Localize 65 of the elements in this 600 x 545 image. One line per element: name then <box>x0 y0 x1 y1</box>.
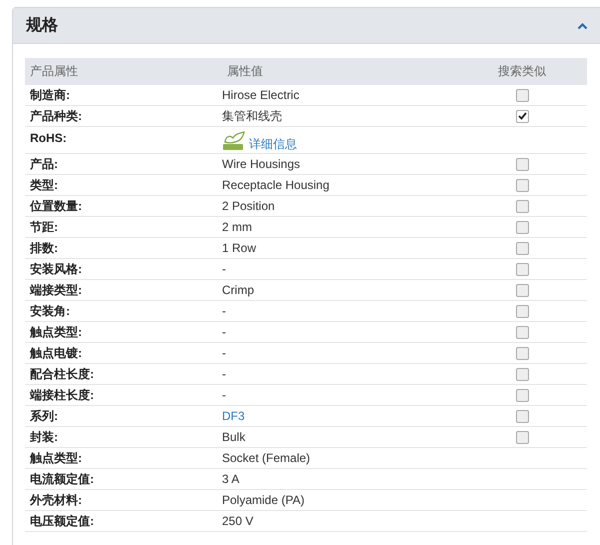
search-similar-checkbox[interactable] <box>516 410 528 422</box>
search-similar-checkbox[interactable] <box>516 304 528 318</box>
search-similar-checkbox[interactable] <box>516 200 528 212</box>
panel-title: 规格 <box>26 16 58 36</box>
search-similar-checkbox[interactable] <box>516 388 528 402</box>
property-label: RoHS: <box>29 131 68 145</box>
series-link[interactable]: DF3 <box>222 409 245 423</box>
collapse-button[interactable] <box>577 22 588 30</box>
chevron-icon <box>577 22 588 30</box>
value-cell-text: Bulk <box>222 430 246 444</box>
property-label: 节距: <box>29 220 59 234</box>
property-label: 封装: <box>29 430 59 444</box>
property-label: 系列: <box>29 409 59 423</box>
value-cell-text: Polyamide (PA) <box>222 493 306 507</box>
value-cell-text: Wire Housings <box>222 157 302 171</box>
column-header: 产品属性 <box>29 63 78 80</box>
search-similar-checkbox[interactable] <box>516 110 528 122</box>
value-cell-text: - <box>222 388 227 402</box>
value-cell-text: - <box>222 325 227 339</box>
value-cell-text: 集管和线壳 <box>222 109 283 123</box>
property-label: 端接柱长度: <box>28 388 95 402</box>
search-similar-checkbox[interactable] <box>516 220 528 234</box>
value-cell-text: - <box>222 367 227 381</box>
search-similar-checkbox[interactable] <box>516 242 528 254</box>
property-label: 制造商: <box>28 88 71 102</box>
property-label: 类型: <box>29 178 59 192</box>
value-cell-text: - <box>222 346 227 360</box>
value-cell-text: Crimp <box>222 283 255 297</box>
search-similar-checkbox[interactable] <box>516 178 528 192</box>
search-similar-checkbox[interactable] <box>516 430 528 444</box>
value-cell-text: 2 mm <box>222 220 253 234</box>
value-cell-text: - <box>222 262 227 276</box>
value-cell-text: 3 A <box>222 472 240 486</box>
value-cell-text: 250 V <box>222 514 254 528</box>
search-similar-checkbox[interactable] <box>516 368 528 380</box>
property-label: 触点类型: <box>28 451 83 465</box>
value-cell-text: 2 Position <box>222 199 276 213</box>
property-label: 产品: <box>29 157 59 171</box>
property-label: 安装角: <box>29 304 71 318</box>
details-link[interactable]: 详细信息 <box>249 137 297 151</box>
search-similar-checkbox[interactable] <box>516 284 528 296</box>
property-label: 电压额定值: <box>29 514 95 528</box>
search-similar-checkbox[interactable] <box>516 346 528 360</box>
search-similar-checkbox[interactable] <box>516 262 528 276</box>
value-cell-text: Socket (Female) <box>222 451 312 465</box>
property-label: 安装风格: <box>29 262 83 276</box>
property-label: 端接类型: <box>28 283 83 297</box>
value-cell-text: Hirose Electric <box>222 88 300 102</box>
value-cell-text: 1 Row <box>222 241 258 255</box>
property-label: 触点类型: <box>28 325 83 339</box>
column-header: 搜索类似 <box>498 63 546 80</box>
rohs-leaf-icon <box>222 131 246 151</box>
search-similar-checkbox[interactable] <box>516 158 528 170</box>
property-label: 产品种类: <box>29 109 83 123</box>
value-cell-text: - <box>222 304 227 318</box>
property-label: 外壳材料: <box>28 493 83 507</box>
search-similar-checkbox[interactable] <box>516 326 528 338</box>
property-label: 电流额定值: <box>29 472 95 486</box>
search-similar-checkbox[interactable] <box>516 88 528 102</box>
property-label: 触点电镀: <box>28 346 83 360</box>
value-cell-text: Receptacle Housing <box>222 178 330 192</box>
property-label: 排数: <box>28 241 59 255</box>
column-header: 属性值 <box>226 63 263 80</box>
property-label: 配合柱长度: <box>29 367 95 381</box>
property-label: 位置数量: <box>28 199 83 213</box>
